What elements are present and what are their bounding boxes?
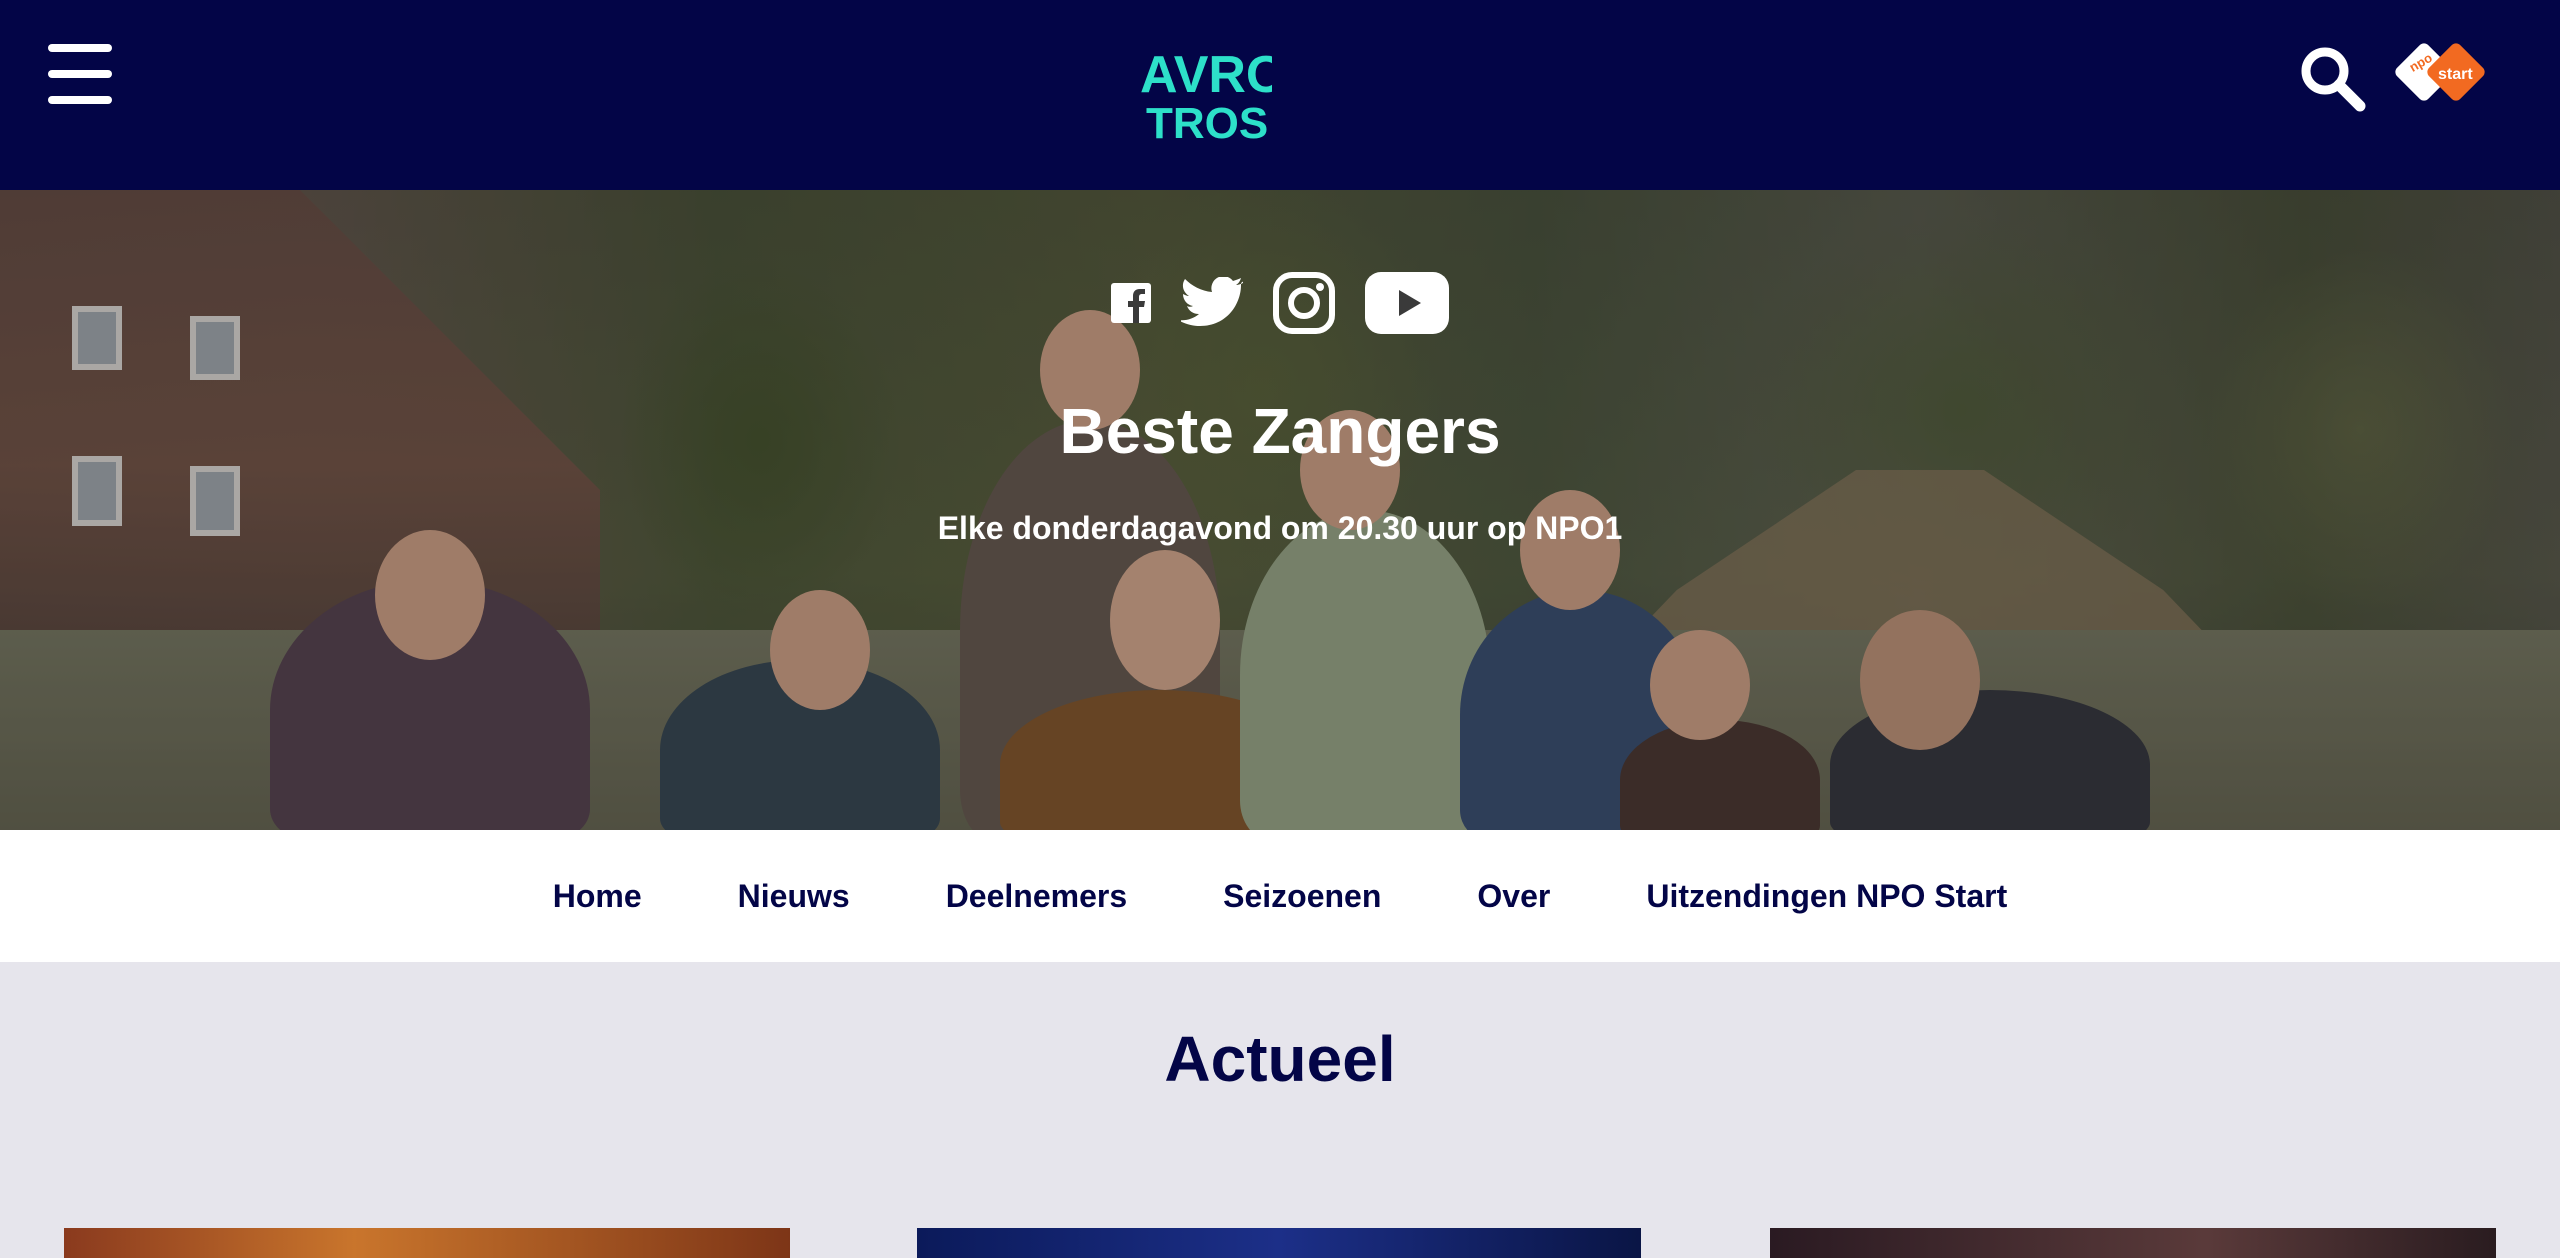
nav-item-home[interactable]: Home bbox=[553, 878, 642, 915]
hamburger-menu-icon[interactable] bbox=[48, 44, 112, 104]
twitter-icon[interactable] bbox=[1181, 277, 1243, 329]
instagram-icon[interactable] bbox=[1273, 272, 1335, 334]
search-icon[interactable] bbox=[2298, 44, 2366, 112]
broadcast-schedule: Elke donderdagavond om 20.30 uur op NPO1 bbox=[937, 510, 1623, 546]
npo-start-text: start bbox=[2438, 66, 2473, 83]
facebook-icon[interactable] bbox=[1111, 283, 1151, 323]
nav-item-over[interactable]: Over bbox=[1477, 878, 1550, 915]
logo-text-top: AVRO bbox=[1140, 46, 1272, 104]
logo-text-bottom: TROS bbox=[1146, 99, 1268, 144]
section-title-actueel: Actueel bbox=[1164, 1023, 1396, 1095]
youtube-icon[interactable] bbox=[1365, 272, 1449, 334]
nav-item-seizoenen[interactable]: Seizoenen bbox=[1223, 878, 1381, 915]
program-nav: Home Nieuws Deelnemers Seizoenen Over Ui… bbox=[0, 830, 2560, 962]
avrotros-logo[interactable]: AVRO TROS bbox=[1136, 42, 1272, 144]
nav-item-uitzendingen[interactable]: Uitzendingen NPO Start bbox=[1646, 878, 2007, 915]
social-links bbox=[0, 270, 2560, 336]
news-card-thumbnail[interactable] bbox=[917, 1228, 1641, 1258]
hero-banner: Beste Zangers Elke donderdagavond om 20.… bbox=[0, 190, 2560, 830]
news-card-thumbnail[interactable] bbox=[1770, 1228, 2496, 1258]
news-card-thumbnail[interactable] bbox=[64, 1228, 790, 1258]
nav-item-deelnemers[interactable]: Deelnemers bbox=[946, 878, 1127, 915]
show-title: Beste Zangers bbox=[1059, 395, 1501, 467]
top-header: AVRO TROS npo start bbox=[0, 0, 2560, 190]
npo-start-icon[interactable]: npo start bbox=[2394, 40, 2486, 110]
nav-item-nieuws[interactable]: Nieuws bbox=[738, 878, 850, 915]
